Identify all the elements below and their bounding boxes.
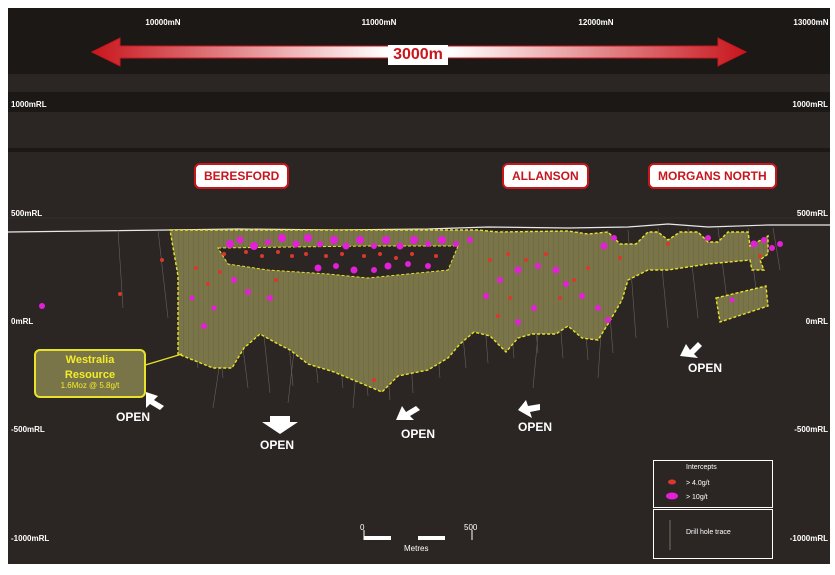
legend-drill-trace: Drill hole trace (653, 509, 773, 559)
open-label: OPEN (401, 427, 436, 441)
legend-item-low: > 4.0g/t (686, 480, 710, 487)
rl-label-right: 0mRL (805, 317, 828, 326)
scale-bar-unit: Metres (404, 544, 429, 553)
open-arrow (146, 392, 164, 410)
open-arrow (680, 342, 702, 358)
scale-bar (363, 530, 473, 540)
extent-label: 3000m (388, 45, 448, 65)
deposit-label-beresford: BERESFORD (194, 163, 290, 189)
rl-label-right: -1000mRL (789, 534, 828, 543)
open-arrow (518, 400, 540, 418)
legend-title: Intercepts (686, 464, 717, 471)
figure-frame: 10000mN 11000mN 12000mN 13000mN 3000m 10… (0, 0, 835, 575)
rl-label-right: -500mRL (794, 425, 828, 434)
rl-label-left: 1000mRL (11, 100, 47, 109)
resource-name-line1: Westralia (65, 354, 115, 366)
open-label: OPEN (688, 361, 723, 375)
scale-bar-end: 500 (464, 523, 478, 532)
open-arrow (396, 406, 420, 420)
rl-label-left: -1000mRL (11, 534, 50, 543)
legend-item-high: > 10g/t (686, 494, 708, 501)
open-arrow (262, 416, 298, 434)
rl-label-right: 1000mRL (792, 100, 828, 109)
deposit-label-morgans-north: MORGANS NORTH (648, 163, 777, 189)
rl-label-left: 0mRL (11, 317, 34, 326)
open-label: OPEN (260, 438, 295, 452)
open-label: OPEN (116, 410, 151, 424)
deposit-label-allanson: ALLANSON (502, 163, 589, 189)
resource-grade: 1.6Moz @ 5.8g/t (60, 381, 120, 390)
scale-bar-start: 0 (360, 523, 365, 532)
resource-outline-pod (715, 285, 769, 323)
rl-label-left: -500mRL (11, 425, 45, 434)
resource-name-line2: Resource (64, 369, 116, 381)
legend-trace-label: Drill hole trace (686, 529, 731, 536)
rl-label-left: 500mRL (11, 209, 43, 218)
rl-label-right: 500mRL (796, 209, 828, 218)
open-label: OPEN (518, 420, 553, 434)
resource-callout: Westralia Resource 1.6Moz @ 5.8g/t (34, 349, 146, 398)
long-section-panel: 10000mN 11000mN 12000mN 13000mN 3000m 10… (8, 8, 830, 564)
legend-intercepts: Intercepts > 4.0g/t > 10g/t (653, 460, 773, 508)
